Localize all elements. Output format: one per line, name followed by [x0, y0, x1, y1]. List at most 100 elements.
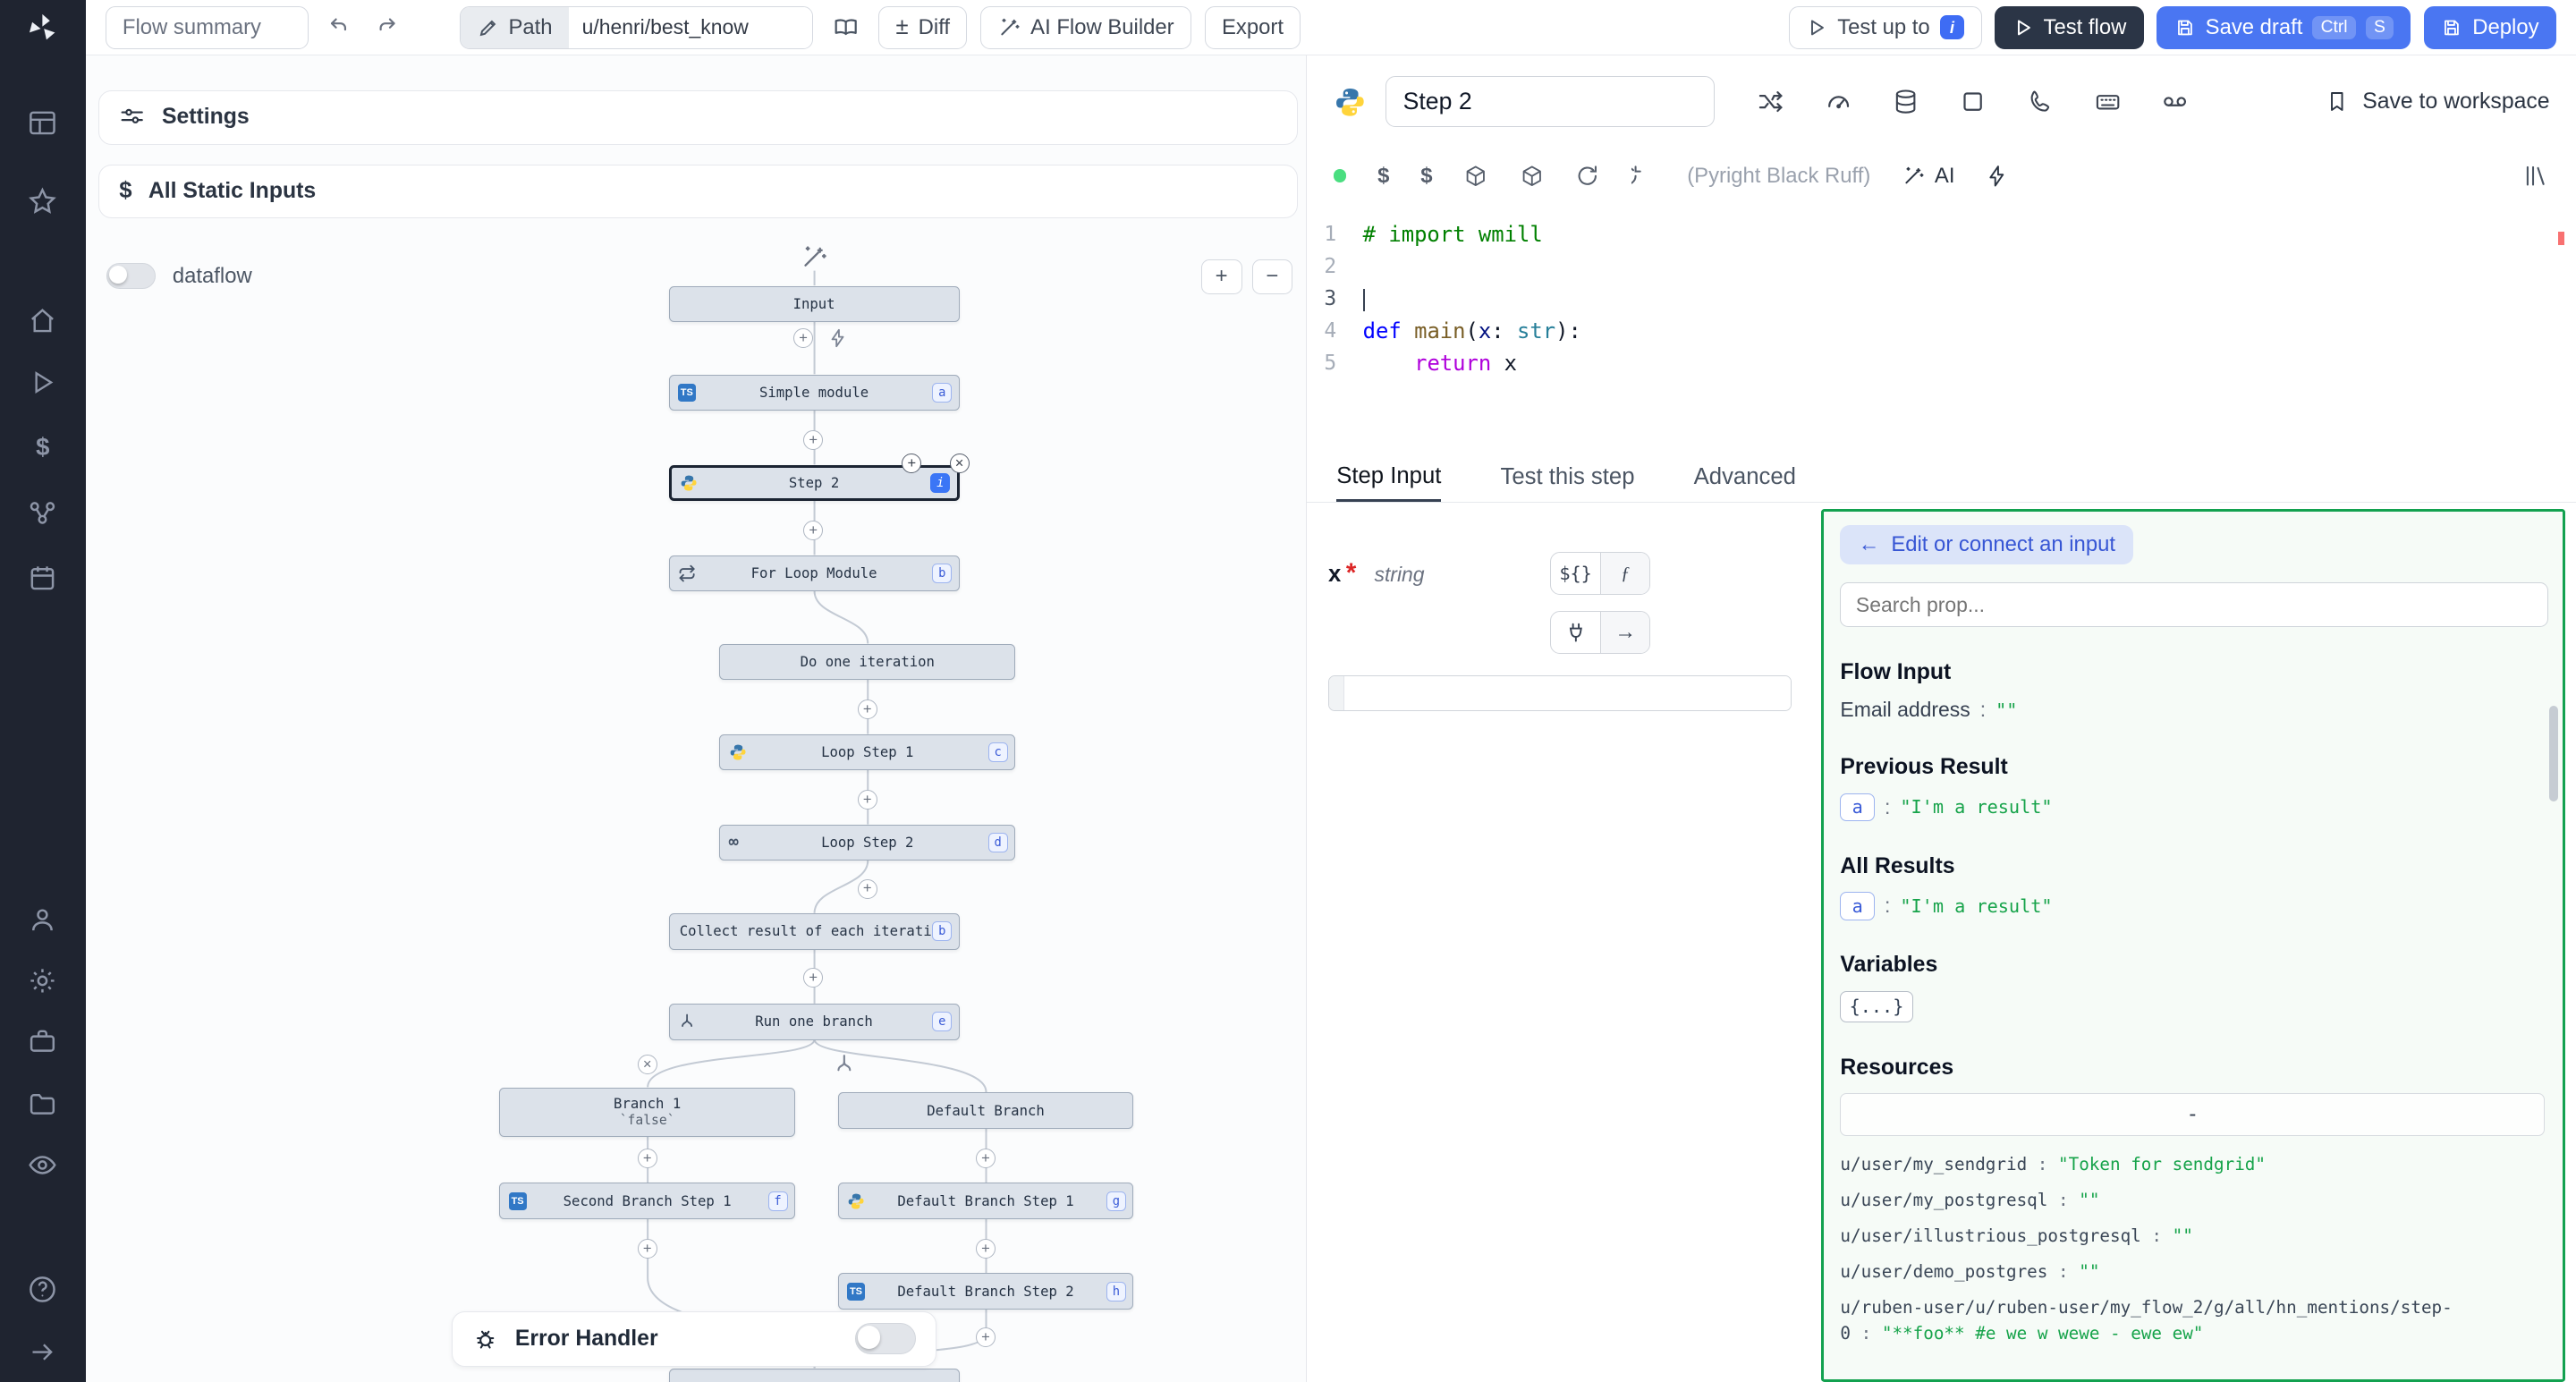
- arg-x-input[interactable]: [1344, 676, 1791, 710]
- bolt-icon[interactable]: [828, 328, 848, 348]
- tab-test-this-step[interactable]: Test this step: [1501, 454, 1635, 502]
- flow-node-simple-module[interactable]: TS Simple module a: [669, 375, 960, 411]
- typescript-icon: TS: [847, 1283, 865, 1301]
- resource-row[interactable]: u/user/my_sendgrid : "Token for sendgrid…: [1840, 1152, 2546, 1178]
- audit-eye-icon[interactable]: [26, 1149, 59, 1182]
- save-to-workspace-button[interactable]: Save to workspace: [2325, 89, 2550, 114]
- sparkles-icon[interactable]: [800, 243, 827, 271]
- add-branch-icon[interactable]: [833, 1053, 856, 1076]
- tab-advanced[interactable]: Advanced: [1694, 454, 1796, 502]
- diff-button[interactable]: ± Diff: [878, 6, 967, 49]
- insert-step-icon[interactable]: +: [638, 1239, 657, 1259]
- resource-row[interactable]: u/ruben-user/u/ruben-user/my_flow_2/g/al…: [1840, 1295, 2546, 1347]
- flow-node-result[interactable]: [669, 1369, 960, 1382]
- flow-node-do-one-iteration[interactable]: Do one iteration: [719, 644, 1015, 680]
- book-button[interactable]: [826, 6, 865, 49]
- insert-step-icon[interactable]: +: [803, 968, 823, 988]
- cache-database-icon[interactable]: [1892, 88, 1919, 115]
- ai-flow-builder-button[interactable]: AI Flow Builder: [980, 6, 1191, 49]
- bolt-icon[interactable]: [1986, 165, 2009, 188]
- keyboard-icon[interactable]: [2094, 88, 2122, 115]
- flow-node-input[interactable]: Input: [669, 286, 960, 322]
- prop-search-input[interactable]: [1840, 582, 2548, 627]
- stop-square-icon[interactable]: [1959, 88, 1987, 115]
- insert-step-icon[interactable]: +: [638, 1149, 657, 1168]
- remove-branch-icon[interactable]: ×: [638, 1055, 657, 1074]
- schedules-calendar-icon[interactable]: [26, 562, 59, 595]
- resource-row[interactable]: u/user/my_postgresql : "": [1840, 1188, 2546, 1214]
- flow-node-default-branch[interactable]: Default Branch: [838, 1092, 1134, 1128]
- resource-row[interactable]: u/user/demo_postgres : "": [1840, 1259, 2546, 1285]
- favorites-star-icon[interactable]: [26, 186, 59, 219]
- flow-node-default-branch-step-2[interactable]: TS Default Branch Step 2 h: [838, 1273, 1134, 1309]
- gauge-icon[interactable]: [1825, 88, 1852, 115]
- step-name-input[interactable]: [1385, 76, 1714, 127]
- undo-button[interactable]: [322, 6, 360, 49]
- insert-step-icon[interactable]: +: [976, 1149, 996, 1168]
- deploy-button[interactable]: Deploy: [2424, 6, 2556, 49]
- flow-summary-button[interactable]: Flow summary: [106, 6, 309, 49]
- apps-table-icon[interactable]: [26, 106, 59, 140]
- insert-step-icon[interactable]: +: [976, 1239, 996, 1259]
- flow-node-branch-1[interactable]: Branch 1 `false`: [499, 1088, 795, 1137]
- resource-type-select[interactable]: -: [1840, 1093, 2545, 1136]
- assets-dollar-icon[interactable]: $: [1420, 164, 1432, 189]
- result-key-badge[interactable]: a: [1840, 892, 1875, 920]
- user-icon[interactable]: [26, 903, 59, 937]
- scrollbar-thumb[interactable]: [2549, 706, 2557, 801]
- expand-arrow-icon[interactable]: [26, 1335, 59, 1369]
- help-icon[interactable]: [26, 1273, 59, 1306]
- package-icon[interactable]: [1520, 164, 1545, 189]
- path-edit-button[interactable]: Path: [461, 7, 569, 48]
- test-flow-button[interactable]: Test flow: [1995, 6, 2143, 49]
- flow-node-run-one-branch[interactable]: Run one branch e: [669, 1004, 960, 1039]
- folders-icon[interactable]: [26, 1088, 59, 1121]
- flow-node-loop-step-1[interactable]: Loop Step 1 c: [719, 734, 1015, 770]
- test-up-to-button[interactable]: Test up to i: [1789, 6, 1982, 49]
- export-button[interactable]: Export: [1205, 6, 1301, 49]
- variables-badge[interactable]: {...}: [1840, 991, 1912, 1022]
- library-icon[interactable]: [2523, 163, 2549, 189]
- refresh-icon[interactable]: [1631, 164, 1657, 189]
- refresh-icon[interactable]: [1575, 164, 1600, 189]
- code-editor[interactable]: 1# import wmill 2 3 4def main(x: str): 5…: [1307, 210, 2576, 450]
- fx-mode-button[interactable]: ƒ: [1600, 553, 1649, 594]
- plug-icon[interactable]: [1551, 612, 1600, 653]
- flow-node-collect-result[interactable]: Collect result of each iteration b: [669, 913, 960, 949]
- ai-button[interactable]: AI: [1902, 164, 1954, 189]
- flows-graph-icon[interactable]: [26, 496, 59, 530]
- prop-row[interactable]: Email address : "": [1840, 698, 2546, 722]
- resource-row[interactable]: u/user/illustrious_postgresql : "": [1840, 1224, 2546, 1250]
- drag-handle[interactable]: [1329, 676, 1344, 710]
- arrow-right-icon[interactable]: →: [1600, 612, 1649, 653]
- home-icon[interactable]: [26, 304, 59, 337]
- prop-row[interactable]: a : "I'm a result": [1840, 892, 2546, 920]
- edit-or-connect-button[interactable]: ← Edit or connect an input: [1840, 525, 2133, 564]
- phone-icon[interactable]: [2027, 88, 2055, 115]
- settings-gear-icon[interactable]: [26, 964, 59, 997]
- result-key-badge[interactable]: a: [1840, 793, 1875, 821]
- flow-node-for-loop[interactable]: For Loop Module b: [669, 555, 960, 591]
- prop-row[interactable]: a : "I'm a result": [1840, 793, 2546, 821]
- insert-step-icon[interactable]: +: [976, 1327, 996, 1347]
- package-icon[interactable]: [1463, 164, 1488, 189]
- path-input[interactable]: [569, 7, 812, 48]
- template-mode-button[interactable]: ${}: [1551, 553, 1600, 594]
- flow-node-default-branch-step-1[interactable]: Default Branch Step 1 g: [838, 1183, 1134, 1218]
- remove-step-icon[interactable]: ×: [950, 454, 970, 473]
- flow-node-loop-step-2[interactable]: ∞ Loop Step 2 d: [719, 825, 1015, 861]
- flow-node-second-branch-step-1[interactable]: TS Second Branch Step 1 f: [499, 1183, 795, 1218]
- redo-button[interactable]: [367, 6, 404, 49]
- variables-dollar-icon[interactable]: $: [26, 430, 59, 463]
- flow-canvas[interactable]: Input + TS Simple module a + Step 2 i + …: [86, 55, 1307, 1381]
- error-handler-toggle[interactable]: [855, 1323, 916, 1354]
- assets-dollar-icon[interactable]: $: [1377, 164, 1389, 189]
- shuffle-icon[interactable]: [1757, 88, 1784, 115]
- runs-play-icon[interactable]: [26, 367, 59, 400]
- mock-voicemail-icon[interactable]: [2161, 88, 2189, 115]
- insert-step-icon[interactable]: +: [858, 879, 877, 899]
- tab-step-input[interactable]: Step Input: [1336, 454, 1441, 502]
- workers-briefcase-icon[interactable]: [26, 1025, 59, 1058]
- windmill-logo-icon[interactable]: [26, 12, 59, 45]
- save-draft-button[interactable]: Save draft Ctrl S: [2157, 6, 2411, 49]
